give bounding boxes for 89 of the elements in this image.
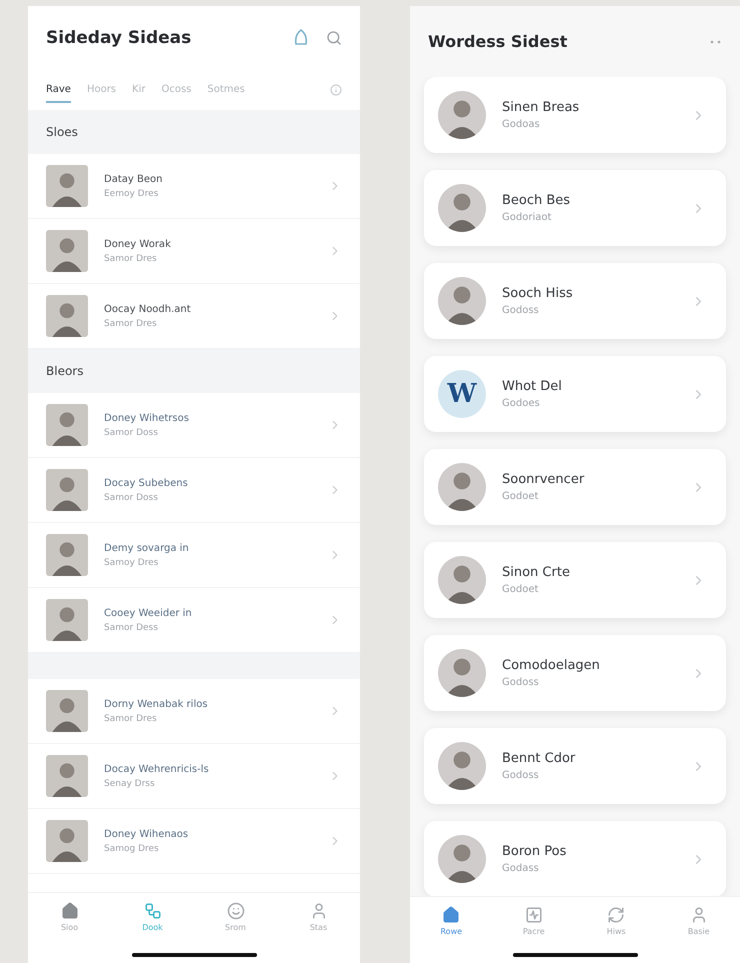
avatar-silhouette bbox=[46, 404, 88, 446]
contact-name: Bennt Cdor bbox=[502, 751, 576, 766]
contact-card[interactable]: Bennt Cdor Godoss bbox=[424, 728, 726, 804]
contact-subtitle: Samoy Dres bbox=[104, 558, 160, 568]
home-icon bbox=[442, 906, 460, 924]
contact-subtitle: Samor Doss bbox=[104, 492, 159, 502]
contact-name: Comodoelagen bbox=[502, 658, 601, 673]
avatar-silhouette bbox=[438, 742, 486, 790]
avatar-silhouette bbox=[438, 835, 486, 883]
contact-name: Beoch Bes bbox=[502, 193, 572, 208]
contact-subtitle: Samor Dres bbox=[104, 318, 158, 328]
contact-subtitle: Samog Dres bbox=[104, 844, 160, 854]
avatar-silhouette bbox=[46, 690, 88, 732]
contact-name: Soonrvencer bbox=[502, 472, 586, 487]
avatar-silhouette bbox=[438, 91, 486, 139]
contact-card[interactable]: W Whot Del Godoes bbox=[424, 356, 726, 432]
contact-name: Cooey Weeider in bbox=[104, 608, 193, 618]
contact-name: Dorny Wenabak rilos bbox=[104, 698, 209, 710]
avatar-silhouette bbox=[438, 463, 486, 511]
avatar-silhouette bbox=[438, 556, 486, 604]
contact-row[interactable]: Doney Worak Samor Dres bbox=[28, 219, 360, 284]
avatar-silhouette bbox=[46, 165, 88, 207]
contact-name: Boron Pos bbox=[502, 844, 568, 859]
contact-subtitle: Godoas bbox=[502, 119, 541, 130]
logo: W bbox=[438, 370, 486, 418]
contact-subtitle: Godoss bbox=[502, 677, 540, 688]
contact-card[interactable]: Soonrvencer Godoet bbox=[424, 449, 726, 525]
contact-row[interactable]: Doney Wihenaos Samog Dres bbox=[28, 809, 360, 874]
contact-name: Doney Wihenaos bbox=[104, 828, 190, 840]
avatar-silhouette bbox=[46, 534, 88, 576]
contact-name: Sinon Crte bbox=[502, 565, 571, 580]
contact-row[interactable]: Docay Subebens Samor Doss bbox=[28, 458, 360, 523]
contact-subtitle: Godoet bbox=[502, 491, 540, 502]
face-icon bbox=[226, 902, 244, 920]
contact-row[interactable]: Doney Wihetrsos Samor Doss bbox=[28, 393, 360, 458]
contact-name: Datay Beon bbox=[104, 174, 164, 184]
contact-subtitle: Godoes bbox=[502, 398, 541, 409]
contact-row[interactable]: Demy sovarga in Samoy Dres bbox=[28, 523, 360, 588]
contact-subtitle: Godoet bbox=[502, 584, 540, 595]
info-icon[interactable] bbox=[330, 84, 342, 96]
contact-subtitle: Samor Dres bbox=[104, 254, 158, 264]
contact-card[interactable]: Sinen Breas Godoas bbox=[424, 77, 726, 153]
avatar-silhouette bbox=[46, 599, 88, 641]
avatar-silhouette bbox=[438, 277, 486, 325]
avatar-silhouette bbox=[46, 295, 88, 337]
screen-title: Wordess Sidest bbox=[428, 32, 568, 51]
contact-card[interactable]: Beoch Bes Godoriaot bbox=[424, 170, 726, 246]
contact-subtitle: Samor Dess bbox=[104, 622, 159, 632]
more-icon[interactable] bbox=[710, 40, 722, 44]
contact-subtitle: Godoriaot bbox=[502, 212, 552, 223]
search-icon[interactable] bbox=[326, 30, 342, 46]
contact-subtitle: Eemoy Dres bbox=[104, 188, 160, 198]
contact-name: Doney Worak bbox=[104, 238, 172, 250]
chart-icon bbox=[524, 906, 543, 924]
contact-subtitle: Godoss bbox=[502, 305, 540, 316]
contact-name: Sinen Breas bbox=[502, 100, 580, 115]
avatar-silhouette bbox=[46, 469, 88, 511]
network-icon bbox=[144, 902, 162, 920]
contact-card[interactable]: Sinon Crte Godoet bbox=[424, 542, 726, 618]
tab[interactable]: Rave bbox=[46, 78, 71, 102]
section-title: Bleors bbox=[46, 364, 84, 378]
avatar-silhouette bbox=[438, 184, 486, 232]
avatar-silhouette bbox=[46, 820, 88, 862]
contact-name: Demy sovarga in bbox=[104, 542, 190, 554]
screen-title: Sideday Sideas bbox=[46, 28, 192, 48]
contact-name: Docay Wehrenricis-ls bbox=[104, 764, 210, 774]
contact-row[interactable]: Datay Beon Eemoy Dres bbox=[28, 154, 360, 219]
contact-name: Doney Wihetrsos bbox=[104, 412, 190, 424]
refresh-icon bbox=[607, 906, 626, 924]
contact-name: Whot Del bbox=[502, 379, 563, 394]
contact-subtitle: Godass bbox=[502, 863, 540, 874]
avatar-silhouette bbox=[438, 649, 486, 697]
contact-card[interactable]: Comodoelagen Godoss bbox=[424, 635, 726, 711]
contact-subtitle: Samor Doss bbox=[104, 428, 159, 438]
contact-subtitle: Senay Drss bbox=[104, 778, 156, 788]
contact-card[interactable]: Boron Pos Godass bbox=[424, 821, 726, 896]
contact-row[interactable]: Dorny Wenabak rilos Samor Dres bbox=[28, 679, 360, 744]
contact-subtitle: Godoss bbox=[502, 770, 540, 781]
contact-card[interactable]: Sooch Hiss Godoss bbox=[424, 263, 726, 339]
home-icon bbox=[60, 902, 78, 920]
contact-name: Docay Subebens bbox=[104, 478, 189, 488]
contact-subtitle: Samor Dres bbox=[104, 714, 158, 724]
contact-name: Sooch Hiss bbox=[502, 286, 574, 301]
section-title: Sloes bbox=[46, 125, 78, 139]
contact-row[interactable]: Docay Wehrenricis-ls Senay Drss bbox=[28, 744, 360, 809]
nav-tab[interactable]: Rowe bbox=[421, 905, 482, 937]
avatar-silhouette bbox=[46, 755, 88, 797]
contact-name: Oocay Noodh.ant bbox=[104, 304, 192, 314]
avatar-silhouette bbox=[46, 230, 88, 272]
